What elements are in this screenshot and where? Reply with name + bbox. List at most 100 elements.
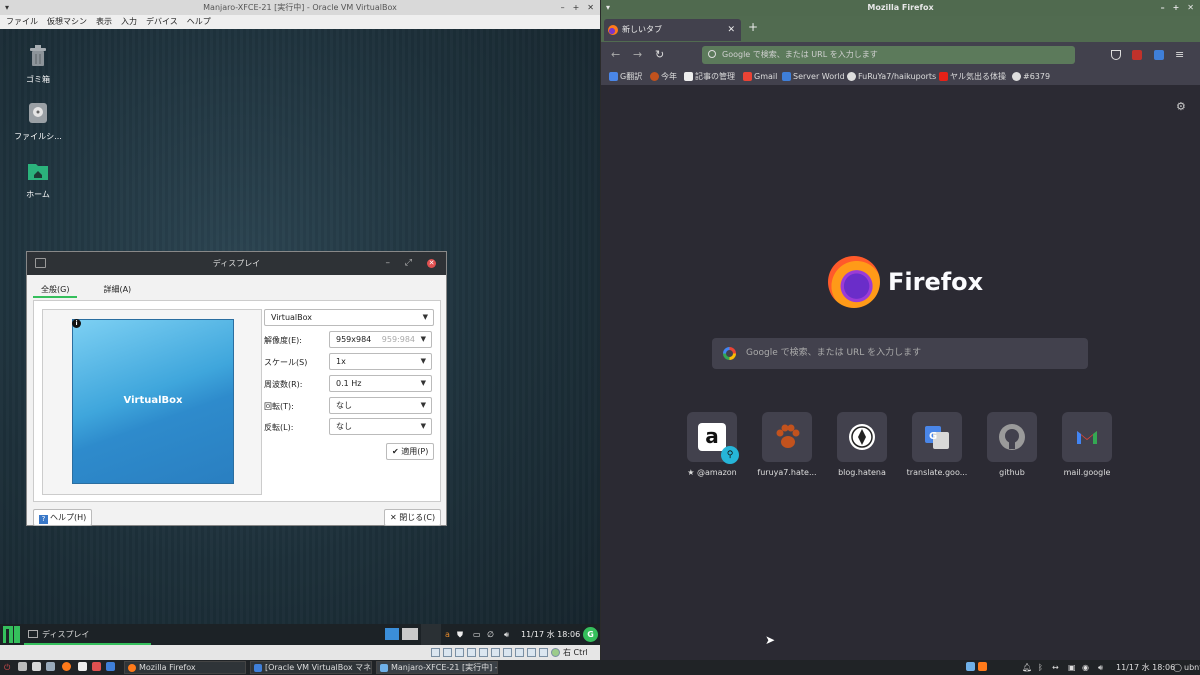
maximize-icon[interactable]: +: [573, 0, 580, 15]
close-icon[interactable]: ✕: [427, 259, 436, 268]
bookmark-item[interactable]: Gmail: [743, 68, 777, 85]
close-button[interactable]: ✕ 閉じる(C): [384, 509, 442, 526]
monitor-preview[interactable]: i VirtualBox: [72, 319, 234, 484]
dialog-titlebar[interactable]: ディスプレイ – ⤢ ✕: [27, 252, 446, 275]
minimize-icon[interactable]: –: [561, 0, 565, 15]
close-icon[interactable]: ✕: [587, 0, 594, 15]
network-icon[interactable]: ↔: [1052, 660, 1059, 675]
url-bar[interactable]: Google で検索、または URL を入力します: [702, 46, 1075, 64]
editor-launcher-icon[interactable]: [46, 660, 58, 675]
maximize-icon[interactable]: +: [1173, 0, 1180, 16]
ublock-icon[interactable]: [1132, 50, 1142, 60]
rotation-select[interactable]: なし ▼: [329, 397, 432, 414]
host-task-firefox[interactable]: Mozilla Firefox: [124, 661, 246, 674]
reflection-select[interactable]: なし ▼: [329, 418, 432, 435]
optical-status-icon[interactable]: [443, 648, 452, 657]
usb-status-icon[interactable]: [479, 648, 488, 657]
top-site-github[interactable]: github: [981, 412, 1043, 477]
top-site-furuya7[interactable]: furuya7.hate...: [756, 412, 818, 477]
menu-help[interactable]: ヘルプ: [187, 15, 211, 29]
user-icon[interactable]: ◯: [1173, 660, 1182, 675]
workspace-2[interactable]: [402, 628, 418, 640]
hamburger-menu-icon[interactable]: ≡: [1175, 42, 1184, 68]
display-tray-icon[interactable]: ▣: [1068, 660, 1076, 675]
files-launcher-icon[interactable]: [32, 660, 44, 675]
top-site-translate[interactable]: G translate.goo...: [906, 412, 968, 477]
shared-folder-status-icon[interactable]: [491, 648, 500, 657]
amazon-tray-icon[interactable]: a: [445, 624, 450, 645]
monitor-select[interactable]: VirtualBox ▼: [264, 309, 434, 326]
host-task-vbox-vm[interactable]: Manjaro-XFCE-21 [実行中] -...: [376, 661, 498, 674]
top-site-amazon[interactable]: a ⚲ ★ @amazon: [681, 412, 743, 477]
guest-clock[interactable]: 11/17 水 18:06: [521, 624, 580, 645]
reload-icon[interactable]: ↻: [655, 42, 664, 68]
tab-general[interactable]: 全般(G): [33, 281, 78, 298]
guest-task-display[interactable]: ディスプレイ: [24, 624, 151, 645]
firefox-launcher-icon[interactable]: [62, 660, 74, 675]
manjaro-menu-icon[interactable]: [3, 626, 20, 643]
display-status-icon[interactable]: [503, 648, 512, 657]
bookmark-item[interactable]: Server World: [782, 68, 845, 85]
pdf-launcher-icon[interactable]: [92, 660, 104, 675]
power-icon[interactable]: ⏻: [4, 660, 10, 675]
window-menu-icon[interactable]: ▾: [5, 0, 9, 15]
top-site-mail-google[interactable]: mail.google: [1056, 412, 1118, 477]
shield-icon[interactable]: ⛊: [457, 624, 463, 645]
translate-extension-icon[interactable]: [1154, 50, 1164, 60]
bookmark-item[interactable]: 記事の管理: [684, 68, 735, 85]
menu-view[interactable]: 表示: [96, 15, 112, 29]
scale-select[interactable]: 1x ▼: [329, 353, 432, 370]
apply-button[interactable]: ✔ 適用(P): [386, 443, 435, 460]
host-clock[interactable]: 11/17 水 18:06: [1116, 660, 1175, 675]
menu-file[interactable]: ファイル: [6, 15, 38, 29]
close-tab-icon[interactable]: ✕: [727, 19, 735, 41]
recording-status-icon[interactable]: [515, 648, 524, 657]
firefox-titlebar[interactable]: ▾ Mozilla Firefox – + ✕: [601, 0, 1200, 16]
help-button[interactable]: ? ヘルプ(H): [33, 509, 93, 526]
bookmark-item[interactable]: #6379: [1012, 68, 1050, 85]
minimize-icon[interactable]: –: [1161, 0, 1165, 16]
virtualbox-launcher-icon[interactable]: [106, 660, 118, 675]
mouse-status-icon[interactable]: [539, 648, 548, 657]
back-arrow-icon[interactable]: ←: [611, 42, 620, 68]
audio-status-icon[interactable]: [455, 648, 464, 657]
paperclip-icon[interactable]: ∅: [487, 624, 494, 645]
tab-advanced[interactable]: 詳細(A): [95, 281, 139, 298]
network-status-icon[interactable]: [467, 648, 476, 657]
bookmark-item[interactable]: ヤル気出る体操: [939, 68, 1006, 85]
resolution-select[interactable]: 959x984 959:984 ▼: [329, 331, 432, 348]
bookmark-item[interactable]: FuRuYa7/haikuports: [847, 68, 936, 85]
top-site-blog-hatena[interactable]: blog.hatena: [831, 412, 893, 477]
hdd-status-icon[interactable]: [431, 648, 440, 657]
workspace-3[interactable]: [421, 624, 441, 645]
desktop-icon-home[interactable]: ホーム: [8, 159, 68, 200]
display-tray-icon[interactable]: ▭: [473, 624, 481, 645]
virtualbox-titlebar[interactable]: ▾ Manjaro-XFCE-21 [実行中] - Oracle VM Virt…: [0, 0, 600, 15]
cpu-status-icon[interactable]: [527, 648, 536, 657]
bluetooth-icon[interactable]: ᛒ: [1038, 660, 1043, 675]
terminal-launcher-icon[interactable]: [18, 660, 30, 675]
close-icon[interactable]: ✕: [1187, 0, 1194, 16]
host-task-vbox-manager[interactable]: [Oracle VM VirtualBox マネ...: [250, 661, 372, 674]
volume-icon[interactable]: 🔊︎: [504, 624, 509, 645]
tab-new-tab[interactable]: 新しいタブ ✕: [604, 19, 741, 41]
maximize-icon[interactable]: ⤢: [405, 252, 412, 275]
workspace-1[interactable]: [385, 628, 399, 640]
update-tray-icon[interactable]: ◉: [1082, 660, 1089, 675]
bell-icon[interactable]: 🔔︎: [1022, 660, 1032, 675]
notes-launcher-icon[interactable]: [78, 660, 90, 675]
gear-icon[interactable]: ⚙: [1176, 100, 1186, 113]
new-tab-plus-icon[interactable]: +: [748, 20, 758, 34]
desktop-icon-trash[interactable]: ゴミ箱: [8, 44, 68, 85]
refresh-rate-select[interactable]: 0.1 Hz ▼: [329, 375, 432, 392]
bookmark-item[interactable]: 今年: [650, 68, 677, 85]
desktop-icon-filesystem[interactable]: ファイルシ...: [8, 101, 68, 142]
user-name[interactable]: ubnt: [1184, 660, 1200, 675]
bookmark-item[interactable]: G翻訳: [609, 68, 642, 85]
menu-machine[interactable]: 仮想マシン: [47, 15, 87, 29]
volume-icon[interactable]: 🔊︎: [1098, 660, 1103, 675]
pocket-icon[interactable]: [1111, 50, 1121, 60]
update-icon[interactable]: G: [583, 627, 598, 642]
menu-input[interactable]: 入力: [121, 15, 137, 29]
window-menu-icon[interactable]: ▾: [606, 0, 610, 16]
